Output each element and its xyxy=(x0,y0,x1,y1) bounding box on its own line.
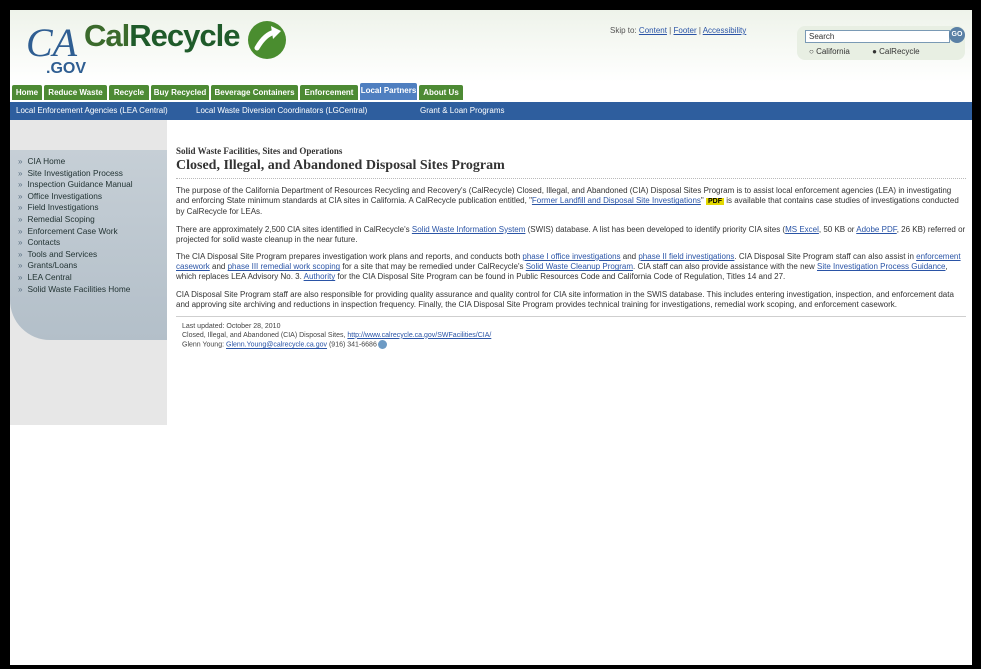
p2-text-a: There are approximately 2,500 CIA sites … xyxy=(176,224,412,234)
subnav-lea-central[interactable]: Local Enforcement Agencies (LEA Central) xyxy=(16,102,168,120)
swis-link[interactable]: Solid Waste Information System xyxy=(412,225,526,234)
sidebar-menu: CIA Home Site Investigation Process Insp… xyxy=(10,150,167,340)
contact-name: Glenn Young: xyxy=(182,341,226,349)
pdf-icon[interactable]: PDF xyxy=(705,198,724,206)
sidebar-item-solid-waste-facilities-home[interactable]: Solid Waste Facilities Home xyxy=(18,284,167,296)
sidebar-item-site-investigation-process[interactable]: Site Investigation Process xyxy=(18,168,167,180)
site-header: CA .GOV CalRecycle Skip to: Content | Fo… xyxy=(10,10,972,82)
phase-iii-link[interactable]: phase III remedial work scoping xyxy=(228,262,341,271)
cleanup-program-link[interactable]: Solid Waste Cleanup Program xyxy=(526,262,633,271)
footer-url-link[interactable]: http://www.calrecycle.ca.gov/SWFacilitie… xyxy=(347,332,491,339)
recycle-arrow-icon xyxy=(248,21,286,59)
sidebar-item-inspection-guidance-manual[interactable]: Inspection Guidance Manual xyxy=(18,179,167,191)
skip-accessibility-link[interactable]: Accessibility xyxy=(703,26,747,35)
email-icon[interactable] xyxy=(377,340,387,350)
browser-page: CA .GOV CalRecycle Skip to: Content | Fo… xyxy=(10,10,972,665)
breadcrumb: Solid Waste Facilities, Sites and Operat… xyxy=(176,146,343,156)
contact-email-link[interactable]: Glenn.Young@calrecycle.ca.gov xyxy=(226,342,327,349)
logo-gov-text: .GOV xyxy=(46,60,86,77)
radio-california[interactable]: ○ California xyxy=(809,47,860,56)
left-sidebar: CIA Home Site Investigation Process Insp… xyxy=(10,120,167,425)
radio-calrecycle[interactable]: ● CalRecycle xyxy=(872,47,930,56)
search-panel: Search GO ○ California ● CalRecycle xyxy=(797,26,965,60)
p2-text-b: (SWIS) database. A list has been develop… xyxy=(525,224,786,234)
subnav-grant-loan[interactable]: Grant & Loan Programs xyxy=(420,102,504,120)
search-input[interactable]: Search xyxy=(805,30,950,43)
qa-paragraph: CIA Disposal Site Program staff are also… xyxy=(176,289,954,309)
tab-beverage-containers[interactable]: Beverage Containers xyxy=(211,85,298,100)
adobe-pdf-link[interactable]: Adobe PDF xyxy=(856,225,896,234)
ms-excel-link[interactable]: MS Excel xyxy=(785,225,819,234)
content-divider xyxy=(176,316,966,318)
tab-recycle[interactable]: Recycle xyxy=(109,85,149,100)
logo-cal: Cal xyxy=(84,18,130,53)
search-scope-radios: ○ California ● CalRecycle xyxy=(809,47,940,56)
ca-gov-logo[interactable]: CA .GOV xyxy=(24,18,86,78)
calrecycle-logo[interactable]: CalRecycle xyxy=(84,18,240,53)
sidebar-item-field-investigations[interactable]: Field Investigations xyxy=(18,202,167,214)
skip-links: Skip to: Content | Footer | Accessibilit… xyxy=(610,26,747,35)
radio-california-label: California xyxy=(816,47,850,56)
sites-paragraph: There are approximately 2,500 CIA sites … xyxy=(176,225,966,245)
logo-recycle: Recycle xyxy=(129,18,240,53)
p3-text-f: . CIA staff can also provide assistance … xyxy=(633,262,817,272)
footer-contact-line: Glenn Young: Glenn.Young@calrecycle.ca.g… xyxy=(182,340,966,350)
tab-reduce-waste[interactable]: Reduce Waste xyxy=(44,85,107,100)
page-title: Closed, Illegal, and Abandoned Disposal … xyxy=(176,158,966,179)
sidebar-item-office-investigations[interactable]: Office Investigations xyxy=(18,191,167,203)
tab-local-partners[interactable]: Local Partners xyxy=(360,83,417,100)
footer-url-line: Closed, Illegal, and Abandoned (CIA) Dis… xyxy=(182,332,966,341)
authority-link[interactable]: Authority xyxy=(304,272,336,281)
page-footer: Last updated: October 28, 2010 Closed, I… xyxy=(182,323,966,350)
sidebar-item-tools-and-services[interactable]: Tools and Services xyxy=(18,249,167,261)
phase-i-link[interactable]: phase I office investigations xyxy=(522,252,620,261)
p3-text-c: . CIA Disposal Site Program staff can al… xyxy=(734,252,917,262)
p3-text-b: and xyxy=(620,252,639,262)
last-updated: Last updated: October 28, 2010 xyxy=(182,323,281,331)
former-landfill-link[interactable]: Former Landfill and Disposal Site Invest… xyxy=(532,196,701,205)
sidebar-item-cia-home[interactable]: CIA Home xyxy=(18,156,167,168)
skip-footer-link[interactable]: Footer xyxy=(673,26,696,35)
contact-phone: (916) 341-6686 xyxy=(327,341,377,349)
sub-nav: Local Enforcement Agencies (LEA Central)… xyxy=(10,102,972,120)
sidebar-item-contacts[interactable]: Contacts xyxy=(18,237,167,249)
p2-text-c: , 50 KB or xyxy=(818,224,857,234)
sidebar-item-remedial-scoping[interactable]: Remedial Scoping xyxy=(18,214,167,226)
subnav-lgcentral[interactable]: Local Waste Diversion Coordinators (LGCe… xyxy=(196,102,367,120)
tab-enforcement[interactable]: Enforcement xyxy=(300,85,358,100)
tab-about-us[interactable]: About Us xyxy=(419,85,463,100)
phase-ii-link[interactable]: phase II field investigations xyxy=(638,252,734,261)
p3-text-h: for the CIA Disposal Site Program can be… xyxy=(335,272,786,282)
site-investigation-guidance-link[interactable]: Site Investigation Process Guidance xyxy=(817,262,946,271)
search-go-button[interactable]: GO xyxy=(949,27,965,43)
sidebar-item-lea-central[interactable]: LEA Central xyxy=(18,272,167,284)
skip-content-link[interactable]: Content xyxy=(639,26,667,35)
tab-home[interactable]: Home xyxy=(12,85,42,100)
sidebar-item-enforcement-case-work[interactable]: Enforcement Case Work xyxy=(18,226,167,238)
sidebar-item-grants-loans[interactable]: Grants/Loans xyxy=(18,260,167,272)
program-paragraph: The CIA Disposal Site Program prepares i… xyxy=(176,252,966,283)
footer-url-label: Closed, Illegal, and Abandoned (CIA) Dis… xyxy=(182,331,348,339)
p3-text-e: for a site that may be remedied under Ca… xyxy=(340,262,526,272)
logo-ca-text: CA xyxy=(26,20,78,65)
main-nav: Home Reduce Waste Recycle Buy Recycled B… xyxy=(10,82,972,102)
skip-to-label: Skip to: xyxy=(610,26,637,35)
main-content: Solid Waste Facilities, Sites and Operat… xyxy=(176,146,966,350)
radio-calrecycle-label: CalRecycle xyxy=(879,47,920,56)
intro-paragraph: The purpose of the California Department… xyxy=(176,186,966,218)
p3-text-a: The CIA Disposal Site Program prepares i… xyxy=(176,252,523,262)
p3-text-d: and xyxy=(209,262,228,272)
tab-buy-recycled[interactable]: Buy Recycled xyxy=(151,85,209,100)
